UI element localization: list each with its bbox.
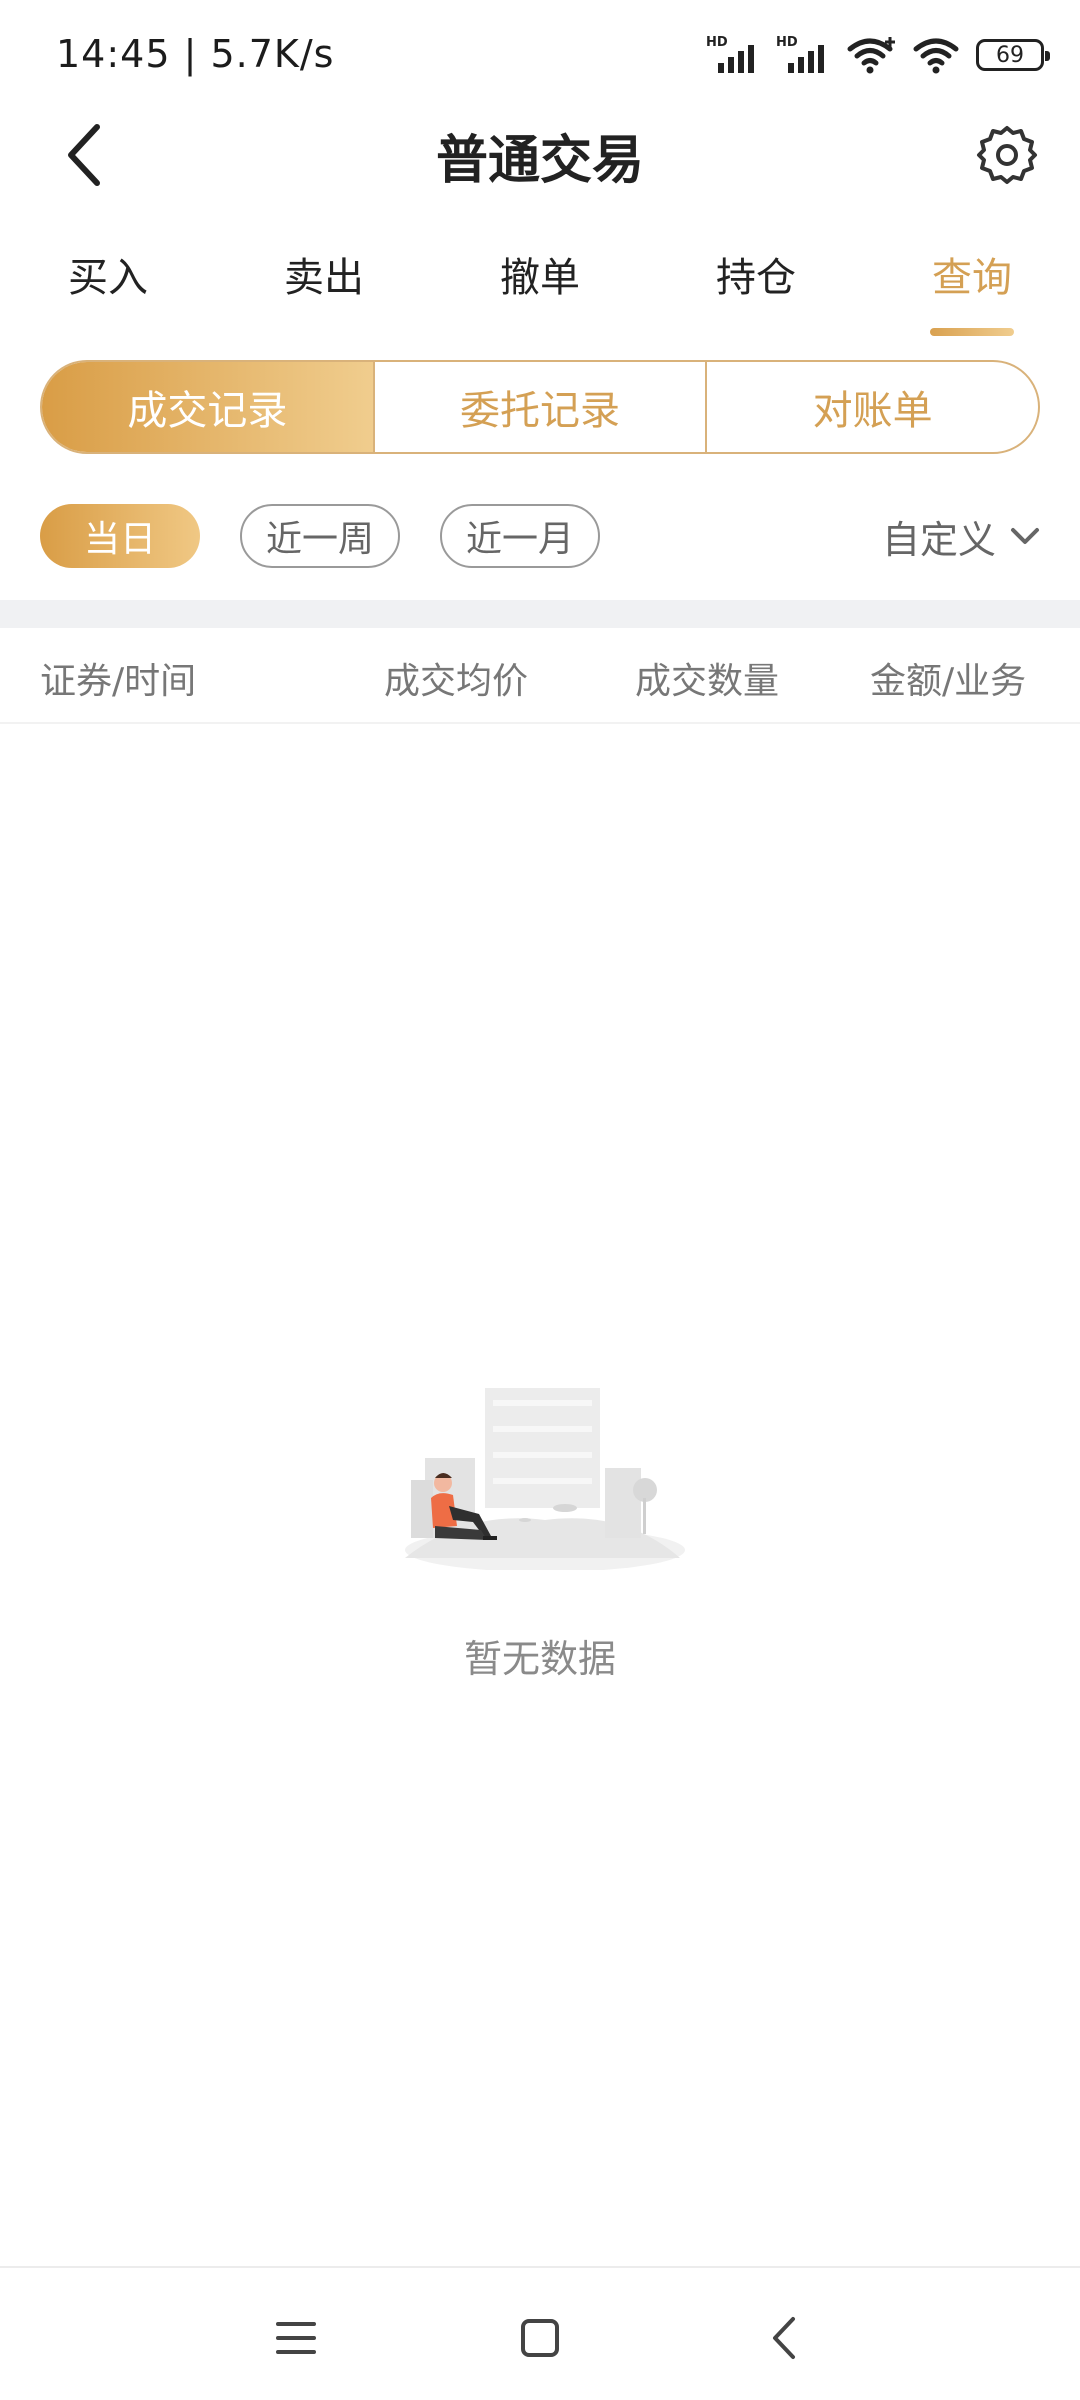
- empty-state-illustration: [405, 1388, 685, 1570]
- back-chevron-icon: [773, 2317, 795, 2359]
- chevron-down-icon: [1011, 528, 1039, 544]
- tab-positions[interactable]: 持仓: [676, 240, 836, 320]
- filter-today[interactable]: 当日: [40, 504, 200, 568]
- tab-cancel-order[interactable]: 撤单: [460, 240, 620, 320]
- tab-buy[interactable]: 买入: [28, 240, 188, 320]
- system-back-button[interactable]: [744, 2298, 824, 2378]
- status-bar: 14:45 | 5.7K/s HD HD 69: [0, 0, 1080, 110]
- custom-filter-label: 自定义: [881, 517, 996, 562]
- settings-button[interactable]: [962, 110, 1052, 200]
- status-icons: HD HD 69: [706, 30, 1050, 80]
- filter-last-month[interactable]: 近一月: [440, 504, 600, 568]
- column-security-time: 证券/时间: [40, 661, 197, 702]
- tab-sell[interactable]: 卖出: [244, 240, 404, 320]
- home-button[interactable]: [500, 2298, 580, 2378]
- system-nav-bar: [0, 2266, 1080, 2400]
- app-header: 普通交易: [0, 110, 1080, 260]
- tab-query[interactable]: 查询: [892, 240, 1052, 320]
- menu-button[interactable]: [256, 2298, 336, 2378]
- table-header: 证券/时间 成交均价 成交数量 金额/业务: [0, 628, 1080, 724]
- date-filters: 当日 近一周 近一月 自定义: [40, 504, 1040, 568]
- filter-last-week[interactable]: 近一周: [240, 504, 400, 568]
- column-amount-business: 金额/业务: [870, 661, 1027, 702]
- segment-order-records[interactable]: 委托记录: [375, 362, 708, 452]
- battery-icon: 69: [976, 39, 1050, 71]
- menu-icon: [276, 2322, 316, 2354]
- segment-statement[interactable]: 对账单: [707, 362, 1038, 452]
- column-quantity: 成交数量: [635, 661, 780, 702]
- section-divider: [0, 600, 1080, 628]
- custom-date-filter[interactable]: 自定义: [882, 504, 1040, 568]
- column-avg-price: 成交均价: [384, 661, 529, 702]
- status-time-speed: 14:45 | 5.7K/s: [56, 32, 335, 76]
- empty-state-text: 暂无数据: [463, 1637, 616, 1681]
- signal-icon: HD: [706, 35, 762, 75]
- segment-trade-records[interactable]: 成交记录: [42, 362, 375, 452]
- record-type-segment: 成交记录 委托记录 对账单: [40, 360, 1040, 454]
- home-square-icon: [521, 2319, 559, 2357]
- wifi-plus-icon: [847, 37, 895, 74]
- main-tabs: 买入 卖出 撤单 持仓 查询: [0, 240, 1080, 340]
- active-tab-indicator: [930, 328, 1014, 336]
- wifi-icon: [913, 38, 959, 74]
- page-title: 普通交易: [435, 131, 644, 191]
- gear-icon: [977, 126, 1037, 184]
- signal-icon: HD: [776, 35, 832, 75]
- battery-level: 69: [996, 42, 1024, 68]
